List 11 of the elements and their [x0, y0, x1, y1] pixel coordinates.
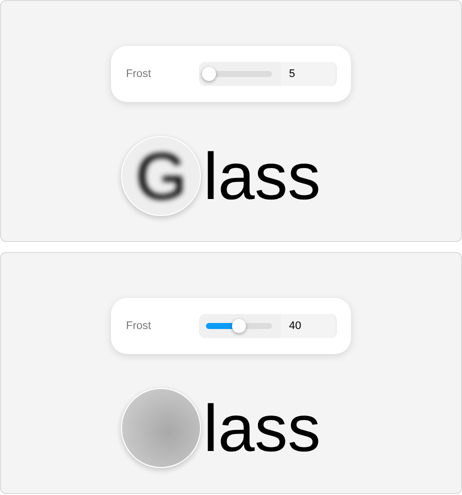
slider-thumb[interactable] [202, 67, 216, 81]
blurred-letter: G [136, 143, 187, 209]
value-field[interactable]: 40 [281, 314, 335, 338]
glass-word: lass [203, 143, 321, 209]
slider-thumb[interactable] [232, 319, 246, 333]
frosted-lens[interactable] [121, 388, 202, 468]
value-field[interactable]: 5 [281, 62, 335, 86]
frosted-lens[interactable]: G [121, 136, 202, 216]
frost-label: Frost [126, 318, 152, 334]
frost-label: Frost [126, 66, 152, 82]
glass-word: lass [203, 395, 321, 461]
